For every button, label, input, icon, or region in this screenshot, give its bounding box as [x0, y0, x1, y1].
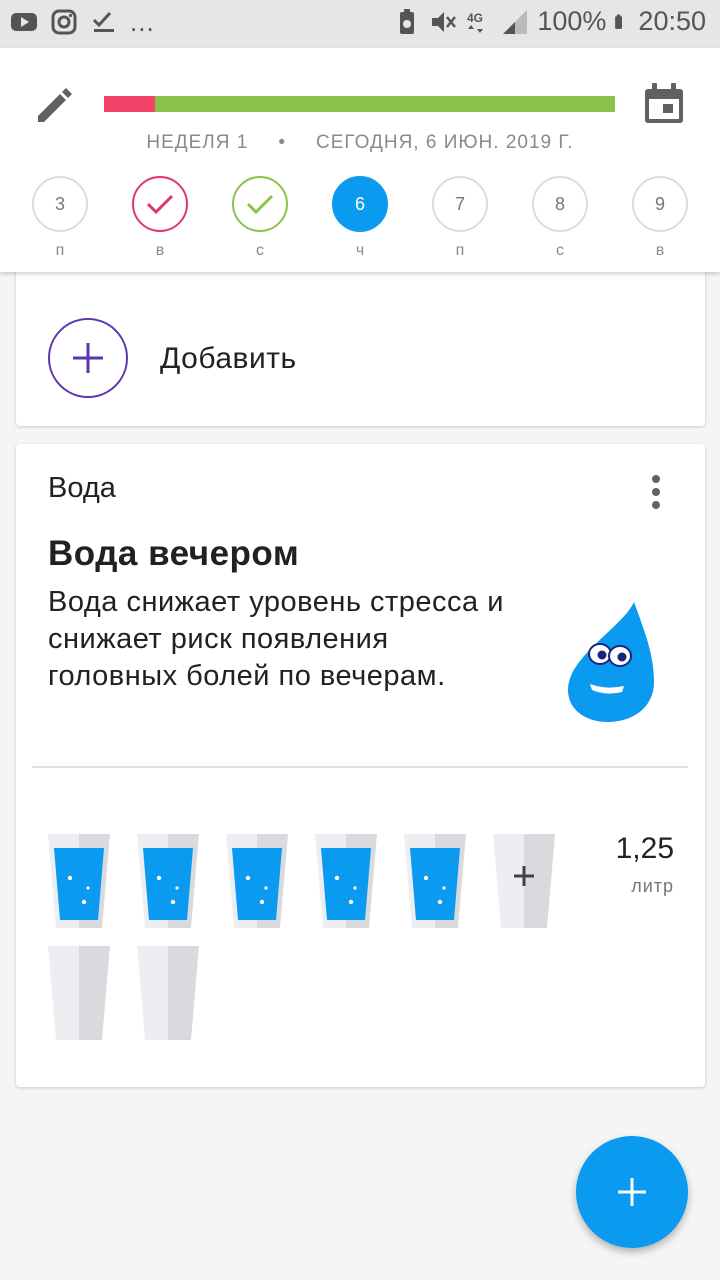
- week-progress-bar: [104, 96, 615, 112]
- water-amount: 1,25: [615, 832, 674, 865]
- day-label: п: [55, 242, 65, 259]
- tip-title: Вода вечером: [48, 534, 300, 573]
- day-item[interactable]: 9 в: [631, 176, 689, 260]
- water-glass-filled[interactable]: [315, 834, 377, 928]
- day-label: в: [655, 242, 665, 259]
- tip-text: Вода снижает уровень стресса и снижает р…: [48, 586, 504, 692]
- clock: 20:50: [638, 6, 706, 36]
- instagram-icon: [51, 9, 77, 35]
- day-item[interactable]: 7 п: [431, 176, 489, 260]
- day-number: 9: [654, 193, 665, 214]
- day-circle[interactable]: 8: [532, 176, 588, 232]
- signal-icon: [503, 9, 528, 34]
- day-item[interactable]: с: [231, 176, 289, 260]
- 4g-icon: 4G: [467, 11, 483, 33]
- add-fab-button[interactable]: [576, 1136, 688, 1248]
- day-item[interactable]: 8 с: [531, 176, 589, 260]
- plus-icon: [618, 1178, 646, 1206]
- day-item-today[interactable]: 6 ч: [331, 176, 389, 260]
- progress-segment-red: [104, 96, 156, 112]
- battery-percent: 100%: [537, 6, 607, 36]
- battery-icon: [615, 14, 623, 29]
- day-label: в: [155, 242, 165, 259]
- day-circle[interactable]: 9: [632, 176, 688, 232]
- day-number: 3: [54, 193, 65, 214]
- svg-text:4G: 4G: [467, 11, 483, 25]
- water-glass-empty[interactable]: [48, 946, 110, 1040]
- separator-dot: •: [278, 132, 286, 153]
- day-number: 6: [354, 193, 365, 214]
- water-card: Вода Вода вечером Вода снижает уровень с…: [16, 444, 705, 1087]
- progress-segment-green: [155, 96, 615, 112]
- date-label: СЕГОДНЯ, 6 ИЮН. 2019 Г.: [316, 132, 574, 153]
- day-label: с: [556, 242, 564, 259]
- water-glass-filled[interactable]: [48, 834, 110, 928]
- day-item[interactable]: 3 п: [31, 176, 89, 260]
- day-label: с: [256, 242, 264, 259]
- edit-pencil-icon[interactable]: [34, 82, 78, 126]
- water-glass-empty[interactable]: [137, 946, 199, 1040]
- day-item[interactable]: в: [131, 176, 189, 260]
- day-circle[interactable]: [232, 176, 288, 232]
- divider: [32, 766, 688, 768]
- checkmark-icon: [146, 194, 174, 215]
- water-glass-filled[interactable]: [137, 834, 199, 928]
- mute-icon: [432, 11, 457, 32]
- water-unit: литр: [631, 876, 674, 896]
- week-date-line: НЕДЕЛЯ 1 • СЕГОДНЯ, 6 ИЮН. 2019 Г.: [0, 132, 720, 154]
- water-glass-filled[interactable]: [226, 834, 288, 928]
- checkmark-icon: [246, 194, 274, 215]
- day-label: ч: [355, 242, 365, 259]
- youtube-icon: [11, 13, 37, 31]
- add-card[interactable]: Добавить: [16, 262, 705, 426]
- week-label: НЕДЕЛЯ 1: [146, 132, 249, 153]
- water-drop-mascot-icon: [568, 602, 654, 722]
- status-bar: ... 4G 100% 20:50: [0, 0, 720, 48]
- day-circle[interactable]: 7: [432, 176, 488, 232]
- day-circle[interactable]: 3: [32, 176, 88, 232]
- battery-saver-icon: [400, 8, 415, 34]
- water-glass-add[interactable]: [493, 834, 555, 928]
- more-vert-icon[interactable]: [648, 474, 664, 510]
- checklist-icon: [92, 11, 114, 32]
- day-number: 8: [554, 193, 565, 214]
- plus-icon: [73, 343, 103, 373]
- week-header: НЕДЕЛЯ 1 • СЕГОДНЯ, 6 ИЮН. 2019 Г. 3 п в с…: [0, 48, 720, 272]
- more-notifications: ...: [130, 7, 155, 37]
- day-number: 7: [454, 193, 465, 214]
- add-label[interactable]: Добавить: [160, 342, 297, 376]
- water-glass-filled[interactable]: [404, 834, 466, 928]
- day-circle[interactable]: 6: [332, 176, 388, 232]
- day-label: п: [455, 242, 465, 259]
- card-title: Вода: [48, 472, 116, 504]
- day-circle[interactable]: [132, 176, 188, 232]
- add-button[interactable]: [48, 318, 128, 398]
- calendar-icon[interactable]: [640, 80, 688, 128]
